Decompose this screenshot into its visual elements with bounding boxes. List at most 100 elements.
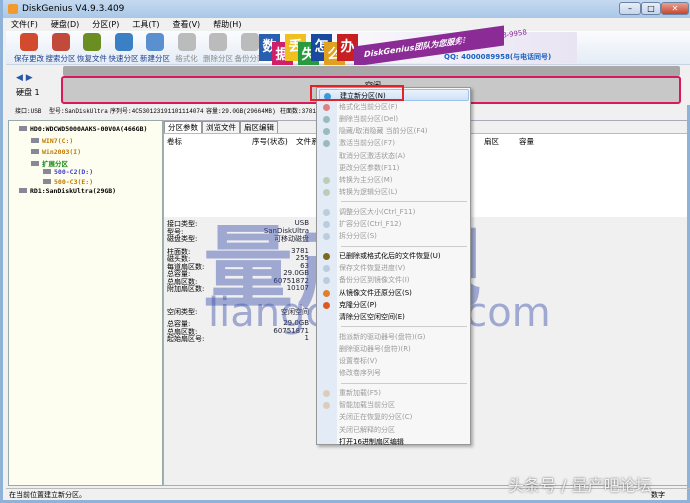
col-label[interactable]: 卷标: [167, 136, 182, 147]
context-menu-item[interactable]: 指派新的驱动器号(盘符)(G): [319, 331, 469, 343]
reload-icon: [323, 390, 330, 398]
model-info: 型号:SanDiskUltra: [49, 108, 108, 115]
menu-item[interactable]: 硬盘(D): [51, 18, 79, 31]
context-menu-label: 保存文件恢复进度(V): [339, 264, 406, 273]
tree-item[interactable]: WIN7(C:): [31, 137, 73, 145]
context-menu-item[interactable]: 设置卷标(V): [319, 355, 469, 367]
col-index[interactable]: 序号(状态): [252, 136, 288, 147]
context-menu-item[interactable]: 隐藏/取消隐藏 当前分区(F4): [319, 125, 469, 137]
context-menu-item[interactable]: 修改卷序列号: [319, 367, 469, 379]
tree-item-label: WIN7(C:): [42, 137, 74, 145]
capacity-info: 容量:29.0GB(29664MB): [206, 108, 276, 115]
context-menu-item[interactable]: 重新加载(F5): [319, 387, 469, 399]
disk-tree: HD0:WDCWD5000AAKS-00V0A(466GB) WIN7(C:) Wi…: [8, 120, 163, 486]
tree-item-label: 扩展分区: [42, 160, 68, 168]
context-menu-label: 关闭正在恢复的分区(C): [339, 413, 413, 422]
col-capacity[interactable]: 容量: [519, 136, 534, 147]
context-menu: 建立新分区(N) 格式化当前分区(F) 删除当前分区(Del) 隐藏/取消隐藏 当前分…: [316, 87, 471, 448]
context-menu-item[interactable]: 激活当前分区(F7): [319, 137, 469, 149]
context-menu-label: 指派新的驱动器号(盘符)(G): [339, 332, 426, 341]
menu-separator: [341, 382, 467, 384]
menu-separator: [341, 326, 467, 328]
context-menu-item[interactable]: 删除驱动器号(盘符)(R): [319, 343, 469, 355]
menu-bar: 文件(F) 硬盘(D) 分区(P) 工具(T) 查看(V) 帮助(H): [6, 18, 690, 31]
disk-label: 硬盘 1: [16, 88, 40, 97]
numlock-indicator: 数字: [651, 491, 665, 499]
tab[interactable]: 扇区编辑: [240, 121, 278, 133]
context-menu-item[interactable]: 拆分分区(S): [319, 230, 469, 242]
context-menu-label: 备份分区到镜像文件(I): [339, 276, 410, 285]
context-menu-item[interactable]: 删除当前分区(Del): [319, 113, 469, 125]
save-icon: [20, 33, 38, 51]
menu-separator: [341, 245, 467, 247]
context-menu-label: 从镜像文件还原分区(S): [339, 288, 412, 297]
tree-item[interactable]: Win2003(I): [31, 148, 81, 156]
context-menu-label: 隐藏/取消隐藏 当前分区(F4): [339, 127, 428, 136]
context-menu-item[interactable]: 智能加载当前分区: [319, 399, 469, 411]
hide-icon: [323, 128, 330, 136]
detail-label: 空闲类型:: [167, 307, 198, 316]
context-menu-item[interactable]: 关闭正在恢复的分区(C): [319, 411, 469, 423]
context-menu-label: 激活当前分区(F7): [339, 139, 395, 148]
tree-item[interactable]: 500-C2(D:): [43, 168, 93, 176]
new-partition-icon: [146, 33, 164, 51]
tree-item[interactable]: 扩展分区: [31, 158, 68, 168]
context-menu-item[interactable]: 打开16进制扇区编辑: [319, 436, 469, 448]
context-menu-item[interactable]: 格式化当前分区(F): [319, 101, 469, 113]
menu-item[interactable]: 帮助(H): [213, 18, 241, 31]
context-menu-label: 格式化当前分区(F): [339, 103, 398, 112]
tree-item[interactable]: 500-C3(E:): [43, 178, 93, 186]
context-menu-item[interactable]: 清除分区空闲空间(E): [319, 311, 469, 323]
recover-file-icon: [83, 33, 101, 51]
context-menu-label: 删除驱动器号(盘符)(R): [339, 344, 411, 353]
tree-item-label: 500-C2(D:): [54, 168, 94, 176]
highlight-annotation: [310, 85, 404, 101]
restore-icon: [323, 289, 330, 297]
menu-item[interactable]: 查看(V): [172, 18, 200, 31]
col-sector[interactable]: 扇区: [484, 136, 499, 147]
disk-nav-arrows[interactable]: ◀ ▶: [16, 73, 33, 83]
tree-item[interactable]: RD1:SanDiskUltra(29GB): [19, 187, 116, 195]
context-menu-label: 清除分区空闲空间(E): [339, 312, 405, 321]
toolbar-button-label: 保存更改: [14, 54, 44, 63]
tab[interactable]: 分区参数: [164, 121, 202, 133]
context-menu-item[interactable]: 从镜像文件还原分区(S): [319, 287, 469, 299]
extend-icon: [323, 221, 330, 228]
context-menu-item[interactable]: 关闭已解释的分区: [319, 424, 469, 436]
tree-item[interactable]: HD0:WDCWD5000AAKS-00V0A(466GB): [19, 125, 147, 133]
context-menu-item[interactable]: 保存文件恢复进度(V): [319, 262, 469, 274]
context-menu-label: 关闭已解释的分区: [339, 425, 395, 434]
context-menu-item[interactable]: 转换为逻辑分区(L): [319, 186, 469, 198]
toolbar: 保存更改 搜索分区 恢复文件 快速分区 新建分区 格式化 删除分区 备份分区 数据丢失怎么办 …: [6, 25, 690, 69]
minimize-button[interactable]: –: [619, 2, 641, 15]
tab[interactable]: 浏览文件: [202, 121, 240, 133]
window-title: DiskGenius V4.9.3.409: [22, 4, 125, 14]
context-menu-label: 取消分区激活状态(A): [339, 151, 406, 160]
recover-icon: [323, 253, 330, 261]
context-menu-label: 重新加载(F5): [339, 389, 381, 398]
context-menu-item[interactable]: 更改分区参数(F11): [319, 162, 469, 174]
menu-item[interactable]: 工具(T): [132, 18, 159, 31]
context-menu-label: 扩容分区(Ctrl_F12): [339, 220, 402, 228]
ad-banner[interactable]: 数据丢失怎么办 DiskGenius团队为您服务! 电话: 400-008-99…: [259, 25, 577, 69]
context-menu-item[interactable]: 已删除或格式化后的文件恢复(U): [319, 250, 469, 262]
context-menu-item[interactable]: 克隆分区(P): [319, 299, 469, 311]
menu-item[interactable]: 分区(P): [92, 18, 119, 31]
close-button[interactable]: ✕: [661, 2, 689, 15]
context-menu-item[interactable]: 转换为主分区(M): [319, 174, 469, 186]
toolbar-button-label: 搜索分区: [45, 54, 76, 63]
context-menu-item[interactable]: 备份分区到镜像文件(I): [319, 274, 469, 286]
maximize-button[interactable]: □: [641, 2, 661, 15]
activate-icon: [323, 140, 330, 148]
detail-label: 磁盘类型:: [167, 235, 198, 243]
detail-value: 10107: [286, 284, 309, 292]
menu-item[interactable]: 文件(F): [11, 18, 38, 31]
context-menu-item[interactable]: 调整分区大小(Ctrl_F11): [319, 206, 469, 218]
context-menu-item[interactable]: 取消分区激活状态(A): [319, 150, 469, 162]
detail-label: 起始扇区号:: [167, 335, 205, 343]
context-menu-label: 克隆分区(P): [339, 300, 377, 309]
delete-partition-icon: [209, 33, 227, 51]
context-menu-item[interactable]: 扩容分区(Ctrl_F12): [319, 218, 469, 230]
toolbar-button-label: 快速分区: [108, 54, 139, 63]
banner-qq: QQ: 4000089958(与电话同号): [444, 53, 552, 61]
